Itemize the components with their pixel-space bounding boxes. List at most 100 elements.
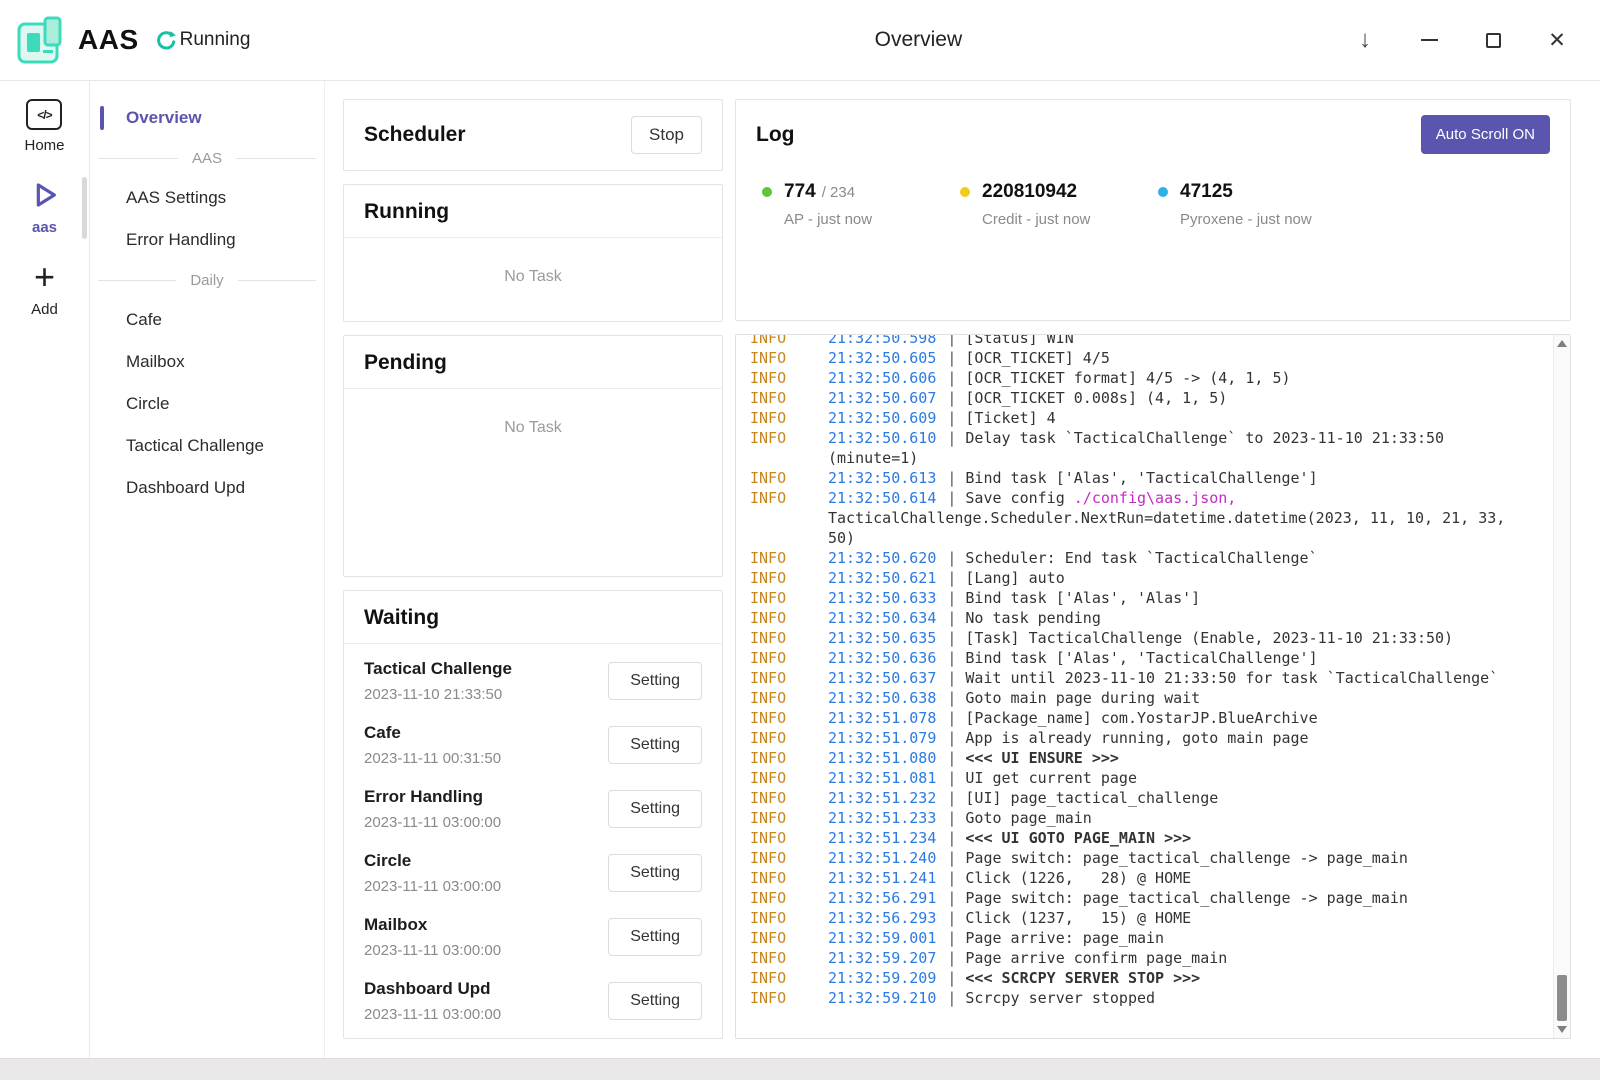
log-line: INFO21:32:50.637|Wait until 2023-11-10 2…	[750, 668, 1538, 688]
log-line: INFO21:32:51.240|Page switch: page_tacti…	[750, 848, 1538, 868]
stat-value: 220810942	[982, 181, 1077, 203]
log-stat: 47125Pyroxene - just now	[1158, 181, 1356, 228]
scroll-down-icon[interactable]	[1557, 1026, 1567, 1033]
sidebar-item-circle[interactable]: Circle	[90, 383, 324, 425]
log-separator: |	[947, 809, 956, 827]
log-time: 21:32:50.606	[828, 369, 936, 387]
task-setting-button[interactable]: Setting	[608, 854, 702, 892]
auto-scroll-toggle[interactable]: Auto Scroll ON	[1421, 115, 1550, 154]
maximize-button[interactable]	[1480, 27, 1506, 53]
task-scheduled-time: 2023-11-11 03:00:00	[364, 814, 501, 831]
sidebar-item-mailbox[interactable]: Mailbox	[90, 341, 324, 383]
stat-value: 774	[784, 181, 816, 203]
update-download-button[interactable]: ↓	[1352, 27, 1378, 53]
scheduler-stop-button[interactable]: Stop	[631, 116, 702, 154]
log-title: Log	[756, 123, 794, 147]
sidebar-section-daily: Daily	[90, 261, 324, 299]
log-level: INFO	[750, 334, 786, 348]
log-separator: |	[947, 789, 956, 807]
sidebar-item-dashboard-upd[interactable]: Dashboard Upd	[90, 467, 324, 509]
task-name: Mailbox	[364, 915, 501, 935]
log-time: 21:32:51.080	[828, 749, 936, 767]
log-time: 21:32:50.607	[828, 389, 936, 407]
log-separator: |	[947, 689, 956, 707]
rail-item-home[interactable]: Home	[24, 99, 64, 154]
task-scheduled-time: 2023-11-10 21:33:50	[364, 686, 512, 703]
log-line: INFO21:32:50.638|Goto main page during w…	[750, 688, 1538, 708]
log-line: INFO21:32:50.607|[OCR_TICKET 0.008s] (4,…	[750, 388, 1538, 408]
log-line: INFO21:32:51.080|<<< UI ENSURE >>>	[750, 748, 1538, 768]
sidebar-item-label: Overview	[126, 108, 202, 128]
log-separator: |	[947, 729, 956, 747]
task-setting-button[interactable]: Setting	[608, 982, 702, 1020]
log-message: <<< UI GOTO PAGE_MAIN >>>	[965, 829, 1191, 847]
stat-label: AP - just now	[762, 211, 960, 228]
log-line: INFO21:32:50.635|[Task] TacticalChalleng…	[750, 628, 1538, 648]
log-message: [Ticket] 4	[965, 409, 1055, 427]
task-info: Circle2023-11-11 03:00:00	[364, 851, 501, 895]
log-level: INFO	[750, 988, 786, 1008]
log-message: [UI] page_tactical_challenge	[965, 789, 1218, 807]
minimize-icon	[1421, 39, 1438, 41]
log-output[interactable]: INFO21:32:50.598|[Status] WININFO21:32:5…	[735, 334, 1571, 1039]
log-level: INFO	[750, 368, 786, 388]
log-line: INFO21:32:51.232|[UI] page_tactical_chal…	[750, 788, 1538, 808]
rail-item-label: aas	[32, 219, 57, 236]
log-line: INFO21:32:56.291|Page switch: page_tacti…	[750, 888, 1538, 908]
log-message: Scheduler: End task `TacticalChallenge`	[965, 549, 1317, 567]
sidebar-item-label: Cafe	[126, 310, 162, 330]
rail-item-add[interactable]: Add	[31, 260, 58, 318]
log-level: INFO	[750, 408, 786, 428]
scroll-up-icon[interactable]	[1557, 340, 1567, 347]
log-separator: |	[947, 909, 956, 927]
sidebar-item-overview[interactable]: Overview	[90, 97, 324, 139]
log-line: INFO21:32:59.210|Scrcpy server stopped	[750, 988, 1538, 1008]
scheduler-title: Scheduler	[364, 123, 466, 147]
log-time: 21:32:50.598	[828, 334, 936, 347]
rail-item-aas[interactable]: aas	[29, 178, 61, 236]
task-setting-button[interactable]: Setting	[608, 726, 702, 764]
log-time: 21:32:51.234	[828, 829, 936, 847]
log-separator: |	[947, 769, 956, 787]
task-setting-button[interactable]: Setting	[608, 790, 702, 828]
run-status-label: Running	[180, 29, 251, 51]
task-setting-button[interactable]: Setting	[608, 662, 702, 700]
divider-line	[98, 280, 176, 281]
log-scrollbar[interactable]	[1553, 335, 1570, 1038]
scrollbar-thumb[interactable]	[1557, 975, 1567, 1021]
close-button[interactable]: ✕	[1544, 27, 1570, 53]
log-separator: |	[947, 549, 956, 567]
log-level: INFO	[750, 608, 786, 628]
nav-rail: Home aas Add	[0, 81, 90, 1058]
log-time: 21:32:50.635	[828, 629, 936, 647]
sidebar-item-aas-settings[interactable]: AAS Settings	[90, 177, 324, 219]
log-message: Scrcpy server stopped	[965, 989, 1155, 1007]
task-setting-button[interactable]: Setting	[608, 918, 702, 956]
app-name: AAS	[78, 24, 139, 56]
log-time: 21:32:50.636	[828, 649, 936, 667]
rail-scrollbar-thumb[interactable]	[82, 177, 87, 239]
log-time: 21:32:56.291	[828, 889, 936, 907]
stat-dot-icon	[1158, 187, 1168, 197]
pending-empty-text: No Task	[344, 419, 722, 437]
window-controls: ↓ ✕	[1352, 0, 1570, 80]
log-message: [Task] TacticalChallenge (Enable, 2023-1…	[965, 629, 1453, 647]
log-time: 21:32:51.240	[828, 849, 936, 867]
log-message: [Status] WIN	[965, 334, 1073, 347]
sidebar-item-label: Mailbox	[126, 352, 185, 372]
log-separator: |	[947, 989, 956, 1007]
titlebar: AAS Running Overview ↓ ✕	[0, 0, 1600, 81]
log-level: INFO	[750, 748, 786, 768]
sidebar-item-error-handling[interactable]: Error Handling	[90, 219, 324, 261]
log-level: INFO	[750, 388, 786, 408]
running-card: Running No Task	[343, 184, 723, 322]
task-info: Mailbox2023-11-11 03:00:00	[364, 915, 501, 959]
log-separator: |	[947, 489, 956, 507]
sidebar-item-label: Tactical Challenge	[126, 436, 264, 456]
sidebar-item-tactical-challenge[interactable]: Tactical Challenge	[90, 425, 324, 467]
log-level: INFO	[750, 628, 786, 648]
log-level: INFO	[750, 808, 786, 828]
sidebar-item-cafe[interactable]: Cafe	[90, 299, 324, 341]
minimize-button[interactable]	[1416, 27, 1442, 53]
log-message: [Lang] auto	[965, 569, 1064, 587]
